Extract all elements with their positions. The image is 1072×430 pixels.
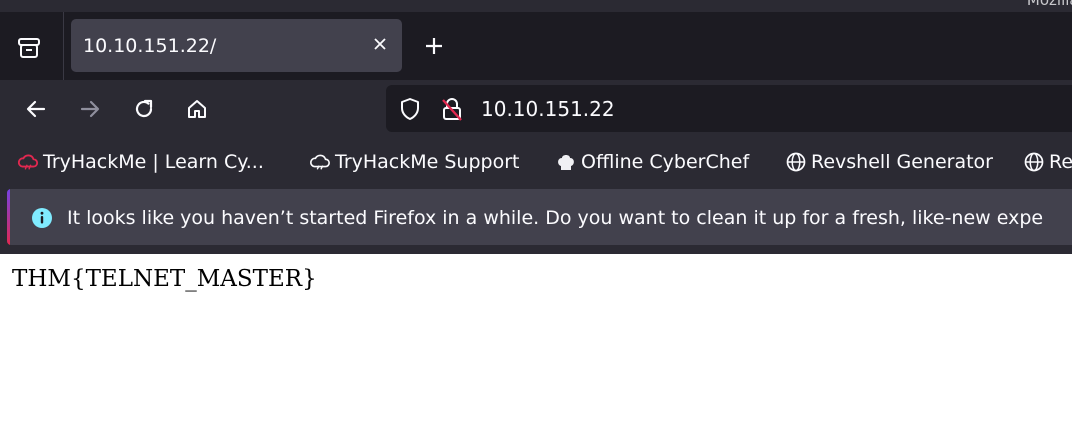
arrow-left-icon[interactable] <box>21 94 51 124</box>
bookmark-tryhackme[interactable]: TryHackMe | Learn Cy... <box>17 147 264 177</box>
home-icon[interactable] <box>182 94 212 124</box>
bookmark-revshell-generator[interactable]: Revshell Generator <box>785 147 993 177</box>
tab-strip-divider <box>63 12 64 80</box>
bookmark-label: TryHackMe Support <box>335 151 520 173</box>
bookmark-label: TryHackMe | Learn Cy... <box>43 151 264 173</box>
close-icon[interactable] <box>368 32 392 56</box>
tab-title: 10.10.151.22/ <box>83 35 217 57</box>
bookmark-offline-cyberchef[interactable]: Offline CyberChef <box>555 147 749 177</box>
notification-message: It looks like you haven’t started Firefo… <box>67 207 1044 229</box>
flag-text: THM{TELNET_MASTER} <box>12 266 317 292</box>
insecure-lock-icon[interactable] <box>439 96 465 122</box>
reload-icon[interactable] <box>129 94 159 124</box>
arrow-right-icon[interactable] <box>75 94 105 124</box>
url-bar[interactable]: 10.10.151.22 <box>386 85 1072 132</box>
bookmark-label: Re <box>1049 151 1072 173</box>
tryhackme-cloud-icon <box>17 151 39 173</box>
plus-icon[interactable] <box>421 33 447 59</box>
tab-strip: 10.10.151.22/ <box>0 12 1072 80</box>
bookmark-label: Revshell Generator <box>811 151 993 173</box>
notification-accent <box>7 189 10 245</box>
url-text[interactable]: 10.10.151.22 <box>481 97 615 121</box>
info-icon <box>31 207 53 229</box>
navigation-toolbar: 10.10.151.22 <box>0 80 1072 138</box>
window-title: Mozilla F <box>1026 0 1072 9</box>
window-titlebar: Mozilla F <box>0 0 1072 12</box>
list-all-tabs-icon[interactable] <box>12 34 46 62</box>
chef-hat-icon <box>555 151 577 173</box>
globe-icon <box>1023 151 1045 173</box>
shield-icon[interactable] <box>397 96 423 122</box>
tab-active[interactable]: 10.10.151.22/ <box>71 19 402 72</box>
bookmark-overflow-item[interactable]: Re <box>1023 147 1072 177</box>
refresh-firefox-notification: It looks like you haven’t started Firefo… <box>7 189 1072 245</box>
cloud-icon <box>309 151 331 173</box>
bookmark-tryhackme-support[interactable]: TryHackMe Support <box>309 147 519 177</box>
globe-icon <box>785 151 807 173</box>
bookmark-label: Offline CyberChef <box>581 151 750 173</box>
page-content: THM{TELNET_MASTER} <box>0 254 1072 430</box>
notification-area: It looks like you haven’t started Firefo… <box>0 186 1072 254</box>
bookmarks-toolbar: TryHackMe | Learn Cy... TryHackMe Suppor… <box>0 138 1072 186</box>
